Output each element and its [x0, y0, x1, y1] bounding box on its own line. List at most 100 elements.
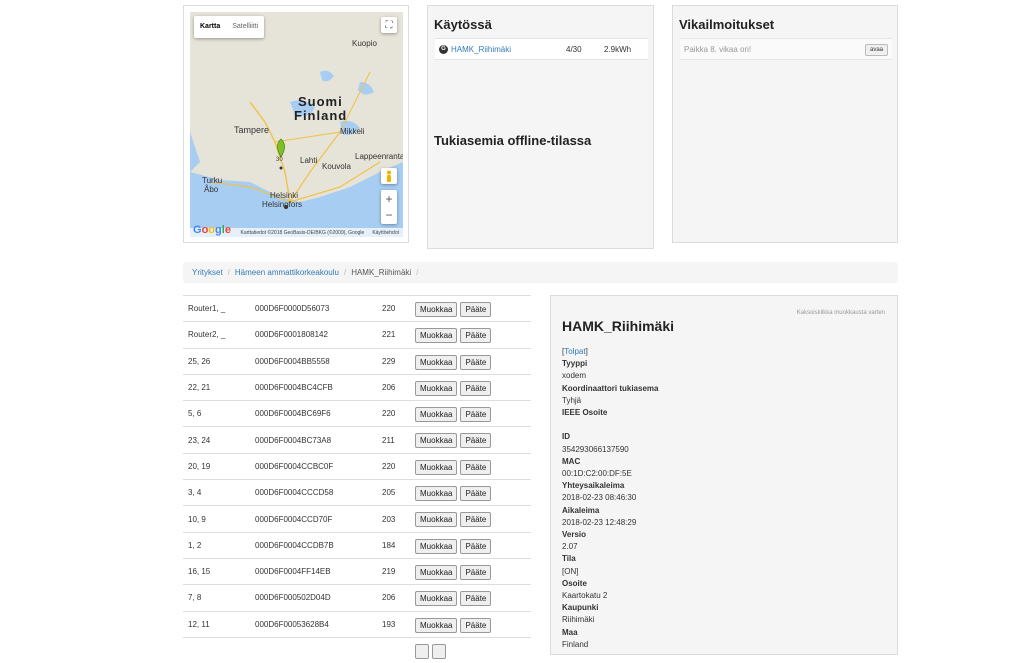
edit-button[interactable]: Muokkaa — [415, 433, 458, 449]
device-value: 219 — [382, 567, 396, 577]
state-value: [ON] — [562, 566, 579, 576]
device-value: 206 — [382, 383, 396, 393]
terminal-button[interactable]: Pääte — [460, 302, 492, 317]
station-row[interactable]: G HAMK_Riihimäki 4/30 2.9kWh — [435, 38, 648, 60]
table-row: 23, 24 000D6F0004BC73A8 211 Muokkaa Pääte — [183, 426, 531, 452]
station-energy: 2.9kWh — [604, 44, 632, 54]
in-use-title: Käytössä — [434, 17, 492, 32]
device-id: 000D6F0001808142 — [255, 330, 328, 340]
table-row: 3, 4 000D6F0004CCCD58 205 Muokkaa Pääte — [183, 479, 531, 505]
terminal-button[interactable]: Pääte — [460, 564, 492, 580]
device-id: 000D6F000502D04D — [255, 593, 331, 603]
breadcrumb-organization[interactable]: Hämeen ammattikorkeakoulu — [235, 268, 339, 277]
map-label-turku: Turku — [202, 176, 223, 185]
zoom-out-button[interactable]: − — [385, 207, 392, 223]
fault-report-text: Paikka 8. vikaa on! — [684, 44, 752, 54]
map[interactable]: 30 Kartta Satelliitti ⛶ Suomi Finland Ku… — [190, 12, 403, 237]
device-value: 206 — [382, 593, 396, 603]
row-actions: Muokkaa Pääte — [415, 591, 492, 607]
row-actions: Muokkaa Pääte — [415, 302, 492, 317]
device-id: 000D6F0004CCDB7B — [255, 540, 334, 550]
map-label-suomi: Suomi — [298, 94, 343, 109]
map-terms-link[interactable]: Käyttöehdot — [372, 230, 399, 236]
device-value: 203 — [382, 514, 396, 524]
open-fault-button[interactable]: avaa — [864, 44, 888, 56]
fault-reports-title: Vikailmoitukset — [679, 17, 775, 32]
device-value: 221 — [382, 330, 396, 340]
breadcrumb-companies[interactable]: Yritykset — [192, 268, 223, 277]
map-type-satellite[interactable]: Satelliitti — [226, 16, 264, 38]
version-value: 2.07 — [562, 542, 578, 552]
table-row: xx — [183, 636, 531, 663]
device-value: 211 — [382, 435, 395, 445]
terminal-button[interactable]: Pääte — [460, 617, 492, 633]
edit-button[interactable]: Muokkaa — [415, 407, 458, 423]
terminal-button[interactable]: Pääte — [460, 380, 492, 396]
fullscreen-icon[interactable]: ⛶ — [381, 17, 397, 33]
device-name: 10, 9 — [188, 514, 206, 524]
map-type-map[interactable]: Kartta — [194, 16, 226, 38]
type-label: Tyyppi — [562, 359, 588, 369]
row-actions: Muokkaa Pääte — [415, 433, 492, 449]
edit-button[interactable]: Muokkaa — [415, 354, 458, 370]
row-actions: Muokkaa Pääte — [415, 564, 492, 580]
address-label: Osoite — [562, 578, 587, 588]
pegman-icon[interactable] — [381, 168, 397, 184]
type-value: xodem — [562, 371, 587, 381]
device-value: 220 — [382, 461, 396, 471]
zoom-in-button[interactable]: + — [385, 191, 392, 207]
breadcrumb-current: HAMK_Riihimäki — [351, 268, 412, 277]
device-id: 000D6F0004CCCD58 — [255, 488, 334, 498]
edit-button[interactable]: Muokkaa — [415, 538, 458, 554]
map-label-tampere: Tampere — [234, 125, 270, 135]
state-label: Tila — [562, 554, 576, 564]
connection-timestamp-value: 2018-02-23 08:46:30 — [562, 493, 637, 503]
table-row: Router2, _ 000D6F0001808142 221 Muokkaa Päät… — [183, 321, 531, 347]
detail-panel[interactable]: Kaksoisklikka muokkausta varten HAMK_Rii… — [550, 295, 898, 655]
table-row: 1, 2 000D6F0004CCDB7B 184 Muokkaa Pääte — [183, 531, 531, 558]
edit-button[interactable]: Muokkaa — [415, 617, 458, 633]
row-actions: xx — [415, 643, 446, 659]
row-actions: Muokkaa Pääte — [415, 407, 492, 423]
station-link[interactable]: HAMK_Riihimäki — [451, 45, 511, 54]
terminal-button[interactable]: Pääte — [460, 538, 492, 554]
columns-link-row: [Tolpat] — [562, 347, 588, 356]
terminal-button[interactable]: Pääte — [460, 328, 492, 344]
table-row: 20, 19 000D6F0004CCBC0F 220 Muokkaa Pääte — [183, 452, 531, 479]
row-actions: Muokkaa Pääte — [415, 354, 492, 370]
map-label-kuopio: Kuopio — [352, 39, 377, 48]
address-value: Kaartokatu 2 — [562, 591, 608, 601]
terminal-button[interactable]: Pääte — [460, 486, 492, 502]
map-attribution: Karttatiedot ©2018 GeoBasis-DE/BKG (©200… — [240, 229, 365, 236]
edit-button[interactable]: Muokkaa — [415, 512, 458, 528]
connection-timestamp-label: Yhteysaikaleima — [562, 481, 625, 491]
edit-button[interactable]: Muokkaa — [415, 328, 458, 344]
map-label-mikkeli: Mikkeli — [340, 127, 365, 136]
columns-link[interactable]: Tolpat — [564, 347, 585, 356]
ieee-label: IEEE Osoite — [562, 408, 608, 418]
city-label: Kaupunki — [562, 603, 599, 613]
terminal-button[interactable]: Pääte — [460, 407, 492, 423]
edit-button[interactable]: Muokkaa — [415, 591, 458, 607]
table-row: 7, 8 000D6F000502D04D 206 Muokkaa Pääte — [183, 584, 531, 610]
terminal-button[interactable]: x — [432, 643, 446, 659]
device-value: 220 — [382, 304, 396, 314]
terminal-button[interactable]: Pääte — [460, 433, 492, 449]
terminal-button[interactable]: Pääte — [460, 354, 492, 370]
edit-button[interactable]: Muokkaa — [415, 564, 458, 580]
device-name: 23, 24 — [188, 435, 211, 445]
edit-button[interactable]: x — [415, 643, 429, 659]
mac-value: 00:1D:C2:00:DF:5E — [562, 469, 632, 479]
device-id: 000D6F00053628B4 — [255, 619, 329, 629]
edit-button[interactable]: Muokkaa — [415, 380, 458, 396]
breadcrumb-separator: / — [416, 268, 419, 277]
device-name: 22, 21 — [188, 383, 211, 393]
country-label: Maa — [562, 627, 578, 637]
map-type-toggle: Kartta Satelliitti — [194, 16, 265, 38]
edit-button[interactable]: Muokkaa — [415, 302, 458, 317]
edit-button[interactable]: Muokkaa — [415, 459, 458, 475]
terminal-button[interactable]: Pääte — [460, 591, 492, 607]
terminal-button[interactable]: Pääte — [460, 459, 492, 475]
terminal-button[interactable]: Pääte — [460, 512, 492, 528]
edit-button[interactable]: Muokkaa — [415, 486, 458, 502]
